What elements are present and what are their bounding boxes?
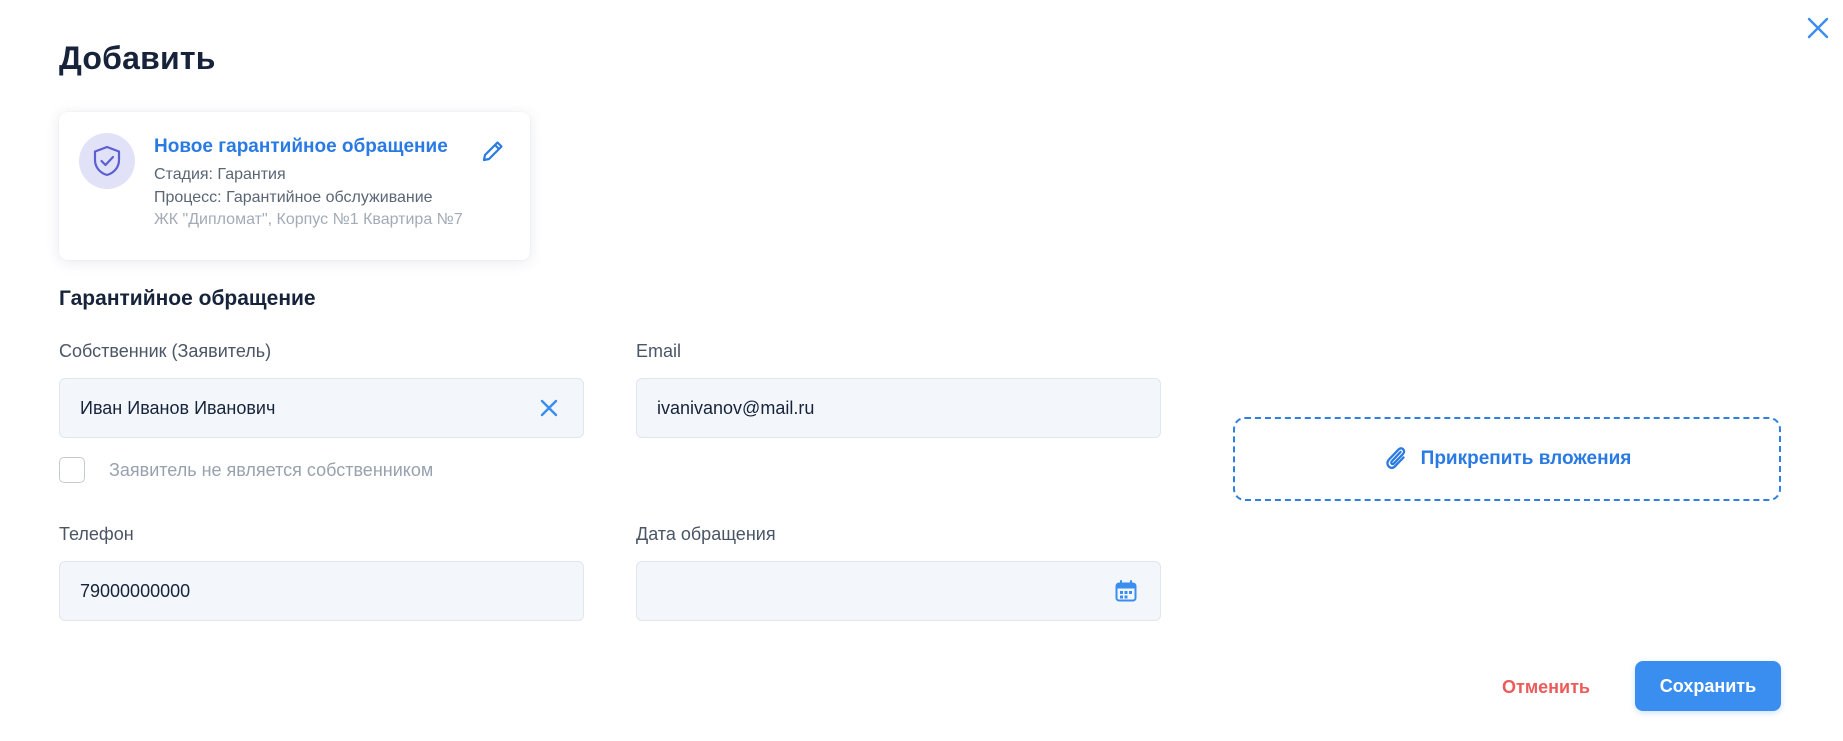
card-title-link[interactable]: Новое гарантийное обращение xyxy=(154,136,448,158)
email-label: Email xyxy=(636,341,682,361)
calendar-icon xyxy=(1115,580,1137,602)
owner-clear-button[interactable] xyxy=(535,394,563,422)
shield-check-icon xyxy=(93,145,121,177)
card-avatar xyxy=(79,133,135,189)
card-process: Процесс: Гарантийное обслуживание xyxy=(154,189,433,206)
date-field xyxy=(636,561,1161,621)
email-input[interactable] xyxy=(657,397,1140,419)
card-address: ЖК "Дипломат", Корпус №1 Квартира №7 xyxy=(154,211,463,228)
attach-files-label: Прикрепить вложения xyxy=(1420,448,1632,469)
owner-input[interactable] xyxy=(80,397,535,419)
card-stage: Стадия: Гарантия xyxy=(154,166,286,183)
date-calendar-button[interactable] xyxy=(1112,577,1140,605)
phone-input[interactable] xyxy=(80,580,563,602)
add-modal: Добавить Новое гарантийное обращение Ста… xyxy=(0,0,1843,741)
cancel-button[interactable]: Отменить xyxy=(1480,662,1612,712)
phone-label: Телефон xyxy=(59,524,134,544)
attach-files-button[interactable]: Прикрепить вложения xyxy=(1233,417,1781,501)
request-card: Новое гарантийное обращение Стадия: Гара… xyxy=(59,112,530,260)
page-title: Добавить xyxy=(59,40,216,76)
paperclip-icon xyxy=(1385,447,1405,470)
save-button[interactable]: Сохранить xyxy=(1635,661,1781,711)
owner-field xyxy=(59,378,584,438)
owner-label: Собственник (Заявитель) xyxy=(59,341,272,361)
not-owner-checkbox-row[interactable]: Заявитель не является собственником xyxy=(59,457,433,483)
pencil-icon xyxy=(482,141,503,162)
section-title: Гарантийное обращение xyxy=(59,287,316,310)
not-owner-checkbox[interactable] xyxy=(59,457,85,483)
email-field xyxy=(636,378,1161,438)
date-input[interactable] xyxy=(657,580,1112,602)
clear-icon xyxy=(540,399,558,417)
phone-field xyxy=(59,561,584,621)
close-icon xyxy=(1807,17,1829,39)
date-label: Дата обращения xyxy=(636,524,776,544)
close-button[interactable] xyxy=(1804,14,1832,42)
not-owner-checkbox-label: Заявитель не является собственником xyxy=(109,459,434,480)
card-edit-button[interactable] xyxy=(477,135,509,167)
